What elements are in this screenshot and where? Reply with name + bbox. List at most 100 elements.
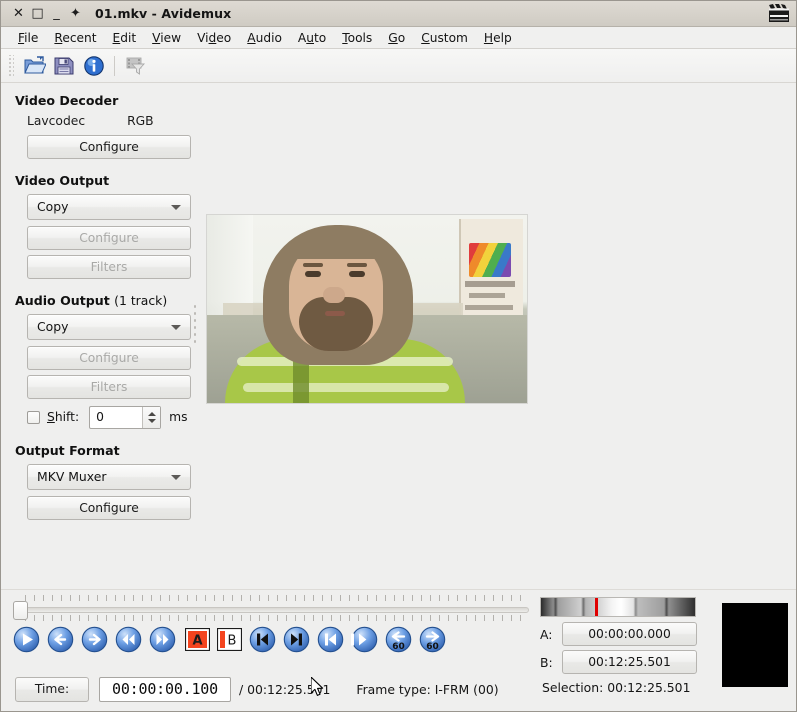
slider-ticks-top (25, 595, 529, 601)
menu-file[interactable]: File (10, 30, 46, 46)
left-eye (305, 271, 321, 277)
prev-keyframe-icon[interactable] (317, 626, 344, 653)
forehead-hairline (291, 233, 381, 259)
beard (299, 297, 373, 351)
marker-a-icon[interactable]: A (185, 628, 210, 651)
audio-output-filters-button[interactable]: Filters (27, 375, 191, 399)
menu-video[interactable]: Video (189, 30, 239, 46)
marker-a-time-button[interactable]: 00:00:00.000 (562, 622, 697, 646)
forward-60-icon[interactable]: 60 (419, 626, 446, 653)
close-icon[interactable]: ✕ (9, 4, 28, 24)
floppy-save-icon[interactable] (49, 52, 79, 80)
minimize-icon[interactable]: _ (47, 4, 66, 24)
right-eye (349, 271, 365, 277)
chevron-down-icon (171, 205, 181, 210)
toolbar (1, 49, 796, 83)
nose (323, 287, 345, 303)
avidemux-window: ✕ □ _ ✦ 01.mkv - Avidemux File Recent Ed… (0, 0, 797, 712)
selection-duration-label: Selection: 00:12:25.501 (542, 680, 691, 695)
titlebar: ✕ □ _ ✦ 01.mkv - Avidemux (1, 1, 796, 27)
audio-output-title-text: Audio Output (15, 293, 110, 308)
decoder-colorspace: RGB (127, 114, 154, 128)
window-title: 01.mkv - Avidemux (95, 6, 232, 21)
audio-shift-label: Shift: (47, 410, 80, 424)
audio-shift-value: 0 (96, 409, 104, 424)
audio-output-configure-button[interactable]: Configure (27, 346, 191, 370)
menu-custom[interactable]: Custom (413, 30, 476, 46)
double-arrow-right-icon[interactable] (149, 626, 176, 653)
decoder-codec-name: Lavcodec (27, 114, 86, 128)
poster-text-2 (469, 293, 505, 298)
shirt-stripe-2 (243, 383, 449, 392)
marker-b-icon[interactable]: B (217, 628, 242, 651)
next-keyframe-icon[interactable] (351, 626, 378, 653)
arrow-right-icon[interactable] (81, 626, 108, 653)
toolbar-grip[interactable] (7, 54, 14, 77)
output-format-configure-button[interactable]: Configure (27, 496, 191, 520)
total-duration-label: / 00:12:25.501 (239, 681, 331, 697)
filmstrip-filter-icon[interactable] (120, 52, 150, 80)
play-icon[interactable] (13, 626, 40, 653)
slider-handle[interactable] (13, 601, 28, 620)
menu-edit[interactable]: Edit (105, 30, 145, 46)
maximize-icon[interactable]: □ (28, 4, 47, 24)
menu-recent[interactable]: Recent (46, 30, 104, 46)
open-folder-icon[interactable] (19, 52, 49, 80)
current-time-field[interactable]: 00:00:00.100 (99, 676, 231, 702)
timeline-slider[interactable] (11, 595, 529, 623)
skip-end-icon[interactable] (283, 626, 310, 653)
time-label-button[interactable]: Time: (15, 676, 89, 702)
video-decoder-configure-button[interactable]: Configure (27, 135, 191, 159)
output-format-title: Output Format (15, 443, 120, 458)
marker-a-label: A: (540, 626, 553, 642)
playhead-marker (595, 598, 598, 616)
frame-type-label: Frame type: I-FRM (00) (356, 681, 499, 697)
poster-text-1 (465, 281, 515, 287)
slider-ticks-bottom (25, 615, 529, 621)
poster-text-3 (465, 305, 513, 310)
audio-output-codec-value: Copy (37, 319, 69, 334)
double-arrow-left-icon[interactable] (115, 626, 142, 653)
video-output-codec-select[interactable]: Copy (27, 194, 191, 220)
arrow-left-icon[interactable] (47, 626, 74, 653)
audio-shift-row: Shift: 0 ms (27, 405, 197, 429)
skip-start-icon[interactable] (249, 626, 276, 653)
svg-text:60: 60 (392, 642, 405, 652)
left-brow (303, 263, 323, 267)
video-output-filters-button[interactable]: Filters (27, 255, 191, 279)
mouth (325, 311, 345, 316)
spinner-arrows[interactable] (142, 406, 161, 428)
shade-icon[interactable]: ✦ (66, 4, 85, 24)
left-config-panel: Video Decoder Lavcodec RGB Configure Vid… (1, 83, 197, 597)
menu-audio[interactable]: Audio (239, 30, 290, 46)
output-format-value: MKV Muxer (37, 469, 107, 484)
video-preview[interactable] (207, 215, 527, 403)
navigation-gradient-bar[interactable] (540, 597, 696, 617)
info-circle-icon[interactable] (79, 52, 109, 80)
svg-text:A: A (192, 634, 202, 649)
video-output-title: Video Output (15, 173, 110, 188)
right-brow (347, 263, 367, 267)
marker-b-time-button[interactable]: 00:12:25.501 (562, 650, 697, 674)
video-output-configure-button[interactable]: Configure (27, 226, 191, 250)
menu-tools[interactable]: Tools (334, 30, 380, 46)
output-format-select[interactable]: MKV Muxer (27, 464, 191, 490)
audio-shift-spinner[interactable]: 0 (89, 405, 162, 429)
audio-output-codec-select[interactable]: Copy (27, 314, 191, 340)
marker-b-row: B: 00:12:25.501 (540, 650, 697, 674)
bottom-bar: A B 60 60 Time: 00:00:00.100 / 00:12:25.… (1, 589, 796, 711)
menu-go[interactable]: Go (380, 30, 413, 46)
slider-groove[interactable] (15, 607, 529, 613)
menu-help[interactable]: Help (476, 30, 520, 46)
video-output-codec-value: Copy (37, 199, 69, 214)
svg-text:B: B (228, 634, 237, 649)
rainbow-flag (469, 243, 511, 277)
menu-auto[interactable]: Auto (290, 30, 334, 46)
selection-panel: A: 00:00:00.000 B: 00:12:25.501 Selectio… (534, 590, 796, 711)
audio-track-count: (1 track) (114, 293, 168, 308)
svg-text:60: 60 (426, 642, 439, 652)
back-60-icon[interactable]: 60 (385, 626, 412, 653)
audio-shift-checkbox[interactable] (27, 410, 40, 424)
menu-view[interactable]: View (144, 30, 189, 46)
audio-output-title: Audio Output (1 track) (15, 293, 197, 308)
